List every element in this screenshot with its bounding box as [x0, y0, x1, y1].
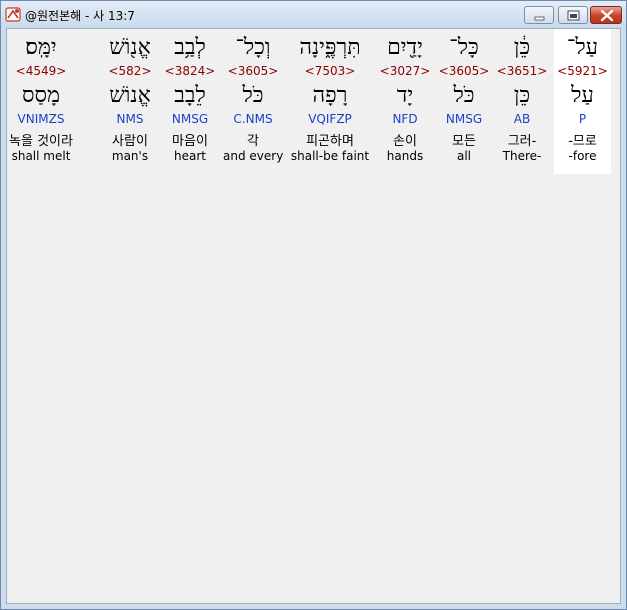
korean-gloss: 각 — [247, 134, 259, 149]
strong-number[interactable]: <582> — [99, 64, 161, 78]
english-gloss: all — [456, 149, 472, 163]
title-bar[interactable]: @원전본해 - 사 13:7 — [1, 1, 626, 28]
morph-code: NMS — [116, 112, 144, 126]
hebrew-lemma: עַל — [571, 83, 594, 108]
app-window: @원전본해 - 사 13:7 יִמָּֽס׃ <4549> מָסַס VNI… — [0, 0, 627, 610]
korean-gloss: 피곤하며 — [306, 134, 354, 149]
word-column[interactable]: כֵּ֔ן <3651> כֵּן AB 그러- There- — [496, 29, 548, 174]
hebrew-word: אֱנ֖וֹשׁ — [109, 35, 151, 60]
hebrew-word: עַל־ — [566, 35, 599, 60]
hebrew-word: תִּרְפֶּ֑ינָה — [299, 35, 361, 60]
app-icon — [5, 6, 22, 23]
english-gloss: shall melt — [11, 149, 71, 163]
hebrew-word: כָּל־ — [449, 35, 479, 60]
hebrew-word: כֵּ֔ן — [513, 35, 531, 60]
interlinear-view: יִמָּֽס׃ <4549> מָסַס VNIMZS 녹을 것이라 shal… — [6, 28, 621, 604]
hebrew-lemma: לֵבָב — [174, 83, 206, 108]
hebrew-lemma: יָד — [396, 83, 414, 108]
morph-code: VNIMZS — [17, 112, 65, 126]
hebrew-word: וְכָל־ — [235, 35, 271, 60]
hebrew-lemma: כֵּן — [513, 83, 531, 108]
word-column[interactable]: וְכָל־ <3605> כֹּל C.NMS 각 and every — [223, 29, 283, 174]
morph-code: P — [578, 112, 587, 126]
hebrew-word: לְבַ֥ב — [174, 35, 206, 60]
strong-number[interactable]: <3027> — [377, 64, 433, 78]
close-icon — [600, 9, 614, 22]
korean-gloss: 녹을 것이라 — [9, 134, 73, 149]
word-column-selected[interactable]: עַל־ <5921> עַל P -므로 -fore — [554, 29, 611, 174]
hebrew-word: יִמָּֽס׃ — [25, 35, 57, 60]
word-column[interactable]: אֱנ֖וֹשׁ <582> אֱנוֹשׁ NMS 사람이 man's — [99, 29, 161, 174]
hebrew-lemma: מָסַס — [21, 83, 61, 108]
minimize-button[interactable] — [524, 6, 554, 24]
strong-number[interactable]: <3605> — [223, 64, 283, 78]
hebrew-lemma: כֹּל — [242, 83, 264, 108]
strong-number[interactable]: <5921> — [554, 64, 611, 78]
strong-number[interactable]: <4549> — [7, 64, 75, 78]
word-column[interactable]: יִמָּֽס׃ <4549> מָסַס VNIMZS 녹을 것이라 shal… — [7, 29, 75, 174]
hebrew-word: יָדַ֖יִם — [387, 35, 423, 60]
korean-gloss: -므로 — [568, 134, 597, 149]
hebrew-lemma: כֹּל — [453, 83, 475, 108]
english-gloss: hands — [386, 149, 424, 163]
korean-gloss: 모든 — [452, 134, 476, 149]
strong-number[interactable]: <3824> — [162, 64, 218, 78]
english-gloss: and every — [223, 149, 284, 163]
close-button[interactable] — [590, 6, 622, 24]
morph-code: NMSG — [171, 112, 209, 126]
word-column[interactable]: לְבַ֥ב <3824> לֵבָב NMSG 마음이 heart — [162, 29, 218, 174]
restore-icon — [567, 10, 580, 21]
english-gloss: heart — [174, 149, 206, 163]
maximize-button[interactable] — [558, 6, 588, 24]
hebrew-lemma: רָפָה — [312, 83, 348, 108]
word-column[interactable]: יָדַ֖יִם <3027> יָד NFD 손이 hands — [377, 29, 433, 174]
english-gloss: -fore — [568, 149, 597, 163]
korean-gloss: 마음이 — [172, 134, 208, 149]
minimize-icon — [534, 16, 545, 21]
strong-number[interactable]: <3605> — [438, 64, 490, 78]
english-gloss: man's — [111, 149, 149, 163]
word-column[interactable]: כָּל־ <3605> כֹּל NMSG 모든 all — [438, 29, 490, 174]
window-title: @원전본해 - 사 13:7 — [25, 9, 135, 23]
hebrew-lemma: אֱנוֹשׁ — [109, 83, 151, 108]
english-gloss: There- — [502, 149, 542, 163]
korean-gloss: 손이 — [393, 134, 417, 149]
morph-code: NFD — [392, 112, 418, 126]
strong-number[interactable]: <3651> — [496, 64, 548, 78]
morph-code: VQIFZP — [308, 112, 352, 126]
morph-code: C.NMS — [233, 112, 273, 126]
word-columns: יִמָּֽס׃ <4549> מָסַס VNIMZS 녹을 것이라 shal… — [7, 29, 620, 174]
korean-gloss: 그러- — [507, 134, 537, 149]
morph-code: AB — [513, 112, 531, 126]
english-gloss: shall-be faint — [290, 149, 370, 163]
word-column[interactable]: תִּרְפֶּ֑ינָה <7503> רָפָה VQIFZP 피곤하며 s… — [289, 29, 371, 174]
strong-number[interactable]: <7503> — [289, 64, 371, 78]
morph-code: NMSG — [445, 112, 483, 126]
korean-gloss: 사람이 — [112, 134, 148, 149]
